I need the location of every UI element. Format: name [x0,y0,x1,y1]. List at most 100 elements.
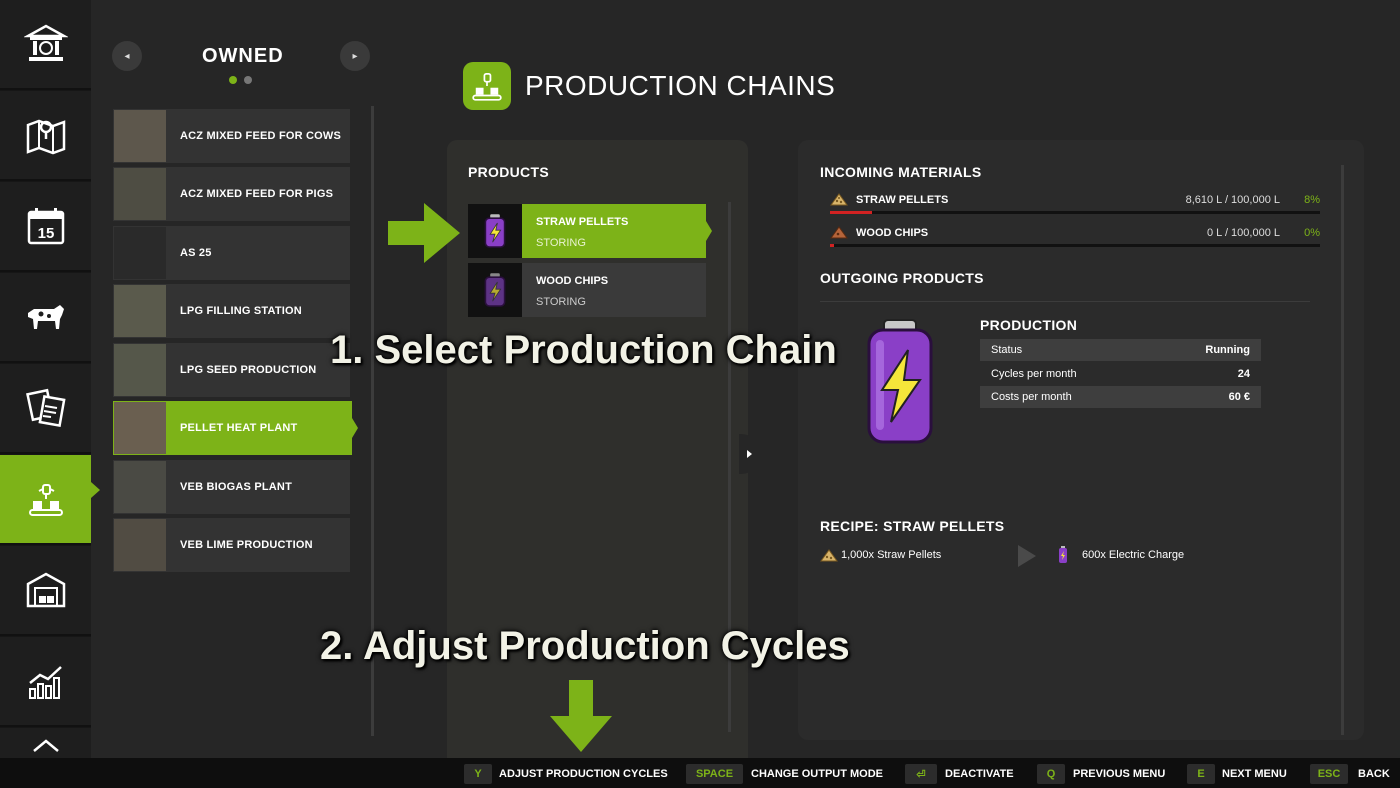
statistics-tab[interactable] [0,637,91,727]
key-e[interactable]: E [1187,764,1215,784]
material-bar-woodchips [830,244,1320,247]
list-item-as25[interactable]: AS 25 [113,226,350,280]
bank-icon [23,24,68,61]
annotation-arrow-down-icon [550,680,612,752]
selected-pointer [352,418,358,438]
footer-deactivate[interactable]: DEACTIVATE [945,768,1014,780]
warehouse-icon [26,572,65,608]
thumbnail [114,402,166,454]
stat-label: Cycles per month [991,368,1077,380]
product-straw-pellets[interactable]: STRAW PELLETS STORING [468,204,706,258]
product-thumb [468,204,522,258]
list-item-label: LPG SEED PRODUCTION [180,364,317,376]
recipe-arrow-icon [1018,545,1036,567]
list-item-lpg-seed[interactable]: LPG SEED PRODUCTION [113,343,350,397]
contracts-icon [25,388,66,427]
divider [820,301,1310,302]
list-item-acz-pigs[interactable]: ACZ MIXED FEED FOR PIGS [113,167,350,221]
key-q[interactable]: Q [1037,764,1065,784]
thumbnail [114,344,166,396]
material-name: STRAW PELLETS [856,194,949,206]
stat-row-status: Status Running [980,339,1261,361]
list-item-label: VEB LIME PRODUCTION [180,539,313,551]
footer-previous-menu[interactable]: PREVIOUS MENU [1073,768,1165,780]
finances-tab[interactable] [0,0,91,90]
material-percent: 0% [1304,227,1320,239]
thumbnail [114,227,166,279]
recipe-title: RECIPE: STRAW PELLETS [820,518,1005,534]
stat-row-costs: Costs per month 60 € [980,386,1261,408]
details-scrollbar[interactable] [1341,165,1344,735]
list-item-label: ACZ MIXED FEED FOR COWS [180,130,342,142]
annotation-step1: 1. Select Production Chain [330,328,837,372]
calendar-icon: 15 [27,208,64,245]
pellets-icon [820,549,838,562]
pellets-icon [830,193,848,206]
stat-value: 24 [1237,368,1250,380]
list-item-pellet-heat[interactable]: PELLET HEAT PLANT [113,401,352,455]
list-item-label: LPG FILLING STATION [180,305,302,317]
stat-value: Running [1205,344,1250,356]
header-production-icon [463,62,511,110]
key-esc[interactable]: ESC [1310,764,1348,784]
calendar-tab[interactable]: 15 [0,182,91,272]
map-icon [26,119,65,155]
footer-next-menu[interactable]: NEXT MENU [1222,768,1287,780]
page-dot[interactable] [244,76,252,84]
footer-back[interactable]: BACK [1358,768,1390,780]
electric-charge-icon [867,319,933,444]
product-name: STRAW PELLETS [536,216,629,228]
production-title: PRODUCTION [980,317,1078,333]
key-space[interactable]: SPACE [686,764,743,784]
list-item-label: ACZ MIXED FEED FOR PIGS [180,188,334,200]
woodchips-icon [830,226,848,239]
animals-tab[interactable] [0,273,91,363]
thumbnail [114,168,166,220]
production-icon [28,484,63,516]
production-tab[interactable] [0,455,91,545]
thumbnail [114,519,166,571]
thumbnail [114,285,166,337]
footer-adjust-cycles[interactable]: ADJUST PRODUCTION CYCLES [499,768,668,780]
key-y[interactable]: Y [464,764,492,784]
stat-label: Costs per month [991,391,1072,403]
battery-icon [484,273,506,307]
key-enter[interactable]: ⏎ [905,764,937,784]
material-percent: 8% [1304,194,1320,206]
product-name: WOOD CHIPS [536,275,609,287]
list-item-label: VEB BIOGAS PLANT [180,481,292,493]
product-wood-chips[interactable]: WOOD CHIPS STORING [468,263,706,317]
fill-level [830,244,834,247]
owned-prev-button[interactable]: ◂ [112,41,142,71]
stat-label: Status [991,344,1023,356]
list-item-label: AS 25 [180,247,212,259]
arrow-right-icon: ▸ [352,50,358,62]
contracts-tab[interactable] [0,364,91,454]
more-tab[interactable] [0,728,91,758]
main-menu-rail: 15 [0,0,91,758]
chevron-up-icon [32,739,59,752]
stat-row-cycles: Cycles per month 24 [980,363,1261,385]
owned-title: OWNED [202,45,284,67]
material-row-woodchips: WOOD CHIPS 0 L / 100,000 L 0% [830,225,1320,245]
list-item-veb-biogas[interactable]: VEB BIOGAS PLANT [113,460,350,514]
map-tab[interactable] [0,91,91,181]
owned-next-button[interactable]: ▸ [340,41,370,71]
warehouse-tab[interactable] [0,546,91,636]
product-status: STORING [536,237,586,249]
page-dot-active[interactable] [229,76,237,84]
list-item-lpg-filling[interactable]: LPG FILLING STATION [113,284,350,338]
fill-level [830,211,873,214]
footer-change-output[interactable]: CHANGE OUTPUT MODE [751,768,883,780]
list-item-label: PELLET HEAT PLANT [180,422,298,434]
page-title: PRODUCTION CHAINS [525,70,836,101]
material-amount: 0 L / 100,000 L [1207,227,1280,239]
svg-text:15: 15 [37,225,54,242]
arrow-left-icon: ◂ [124,50,130,62]
annotation-step2: 2. Adjust Production Cycles [320,624,850,668]
battery-icon [484,214,506,248]
stat-value: 60 € [1228,391,1250,403]
list-item-veb-lime[interactable]: VEB LIME PRODUCTION [113,518,350,572]
list-item-acz-cows[interactable]: ACZ MIXED FEED FOR COWS [113,109,350,163]
products-title: PRODUCTS [468,164,549,180]
